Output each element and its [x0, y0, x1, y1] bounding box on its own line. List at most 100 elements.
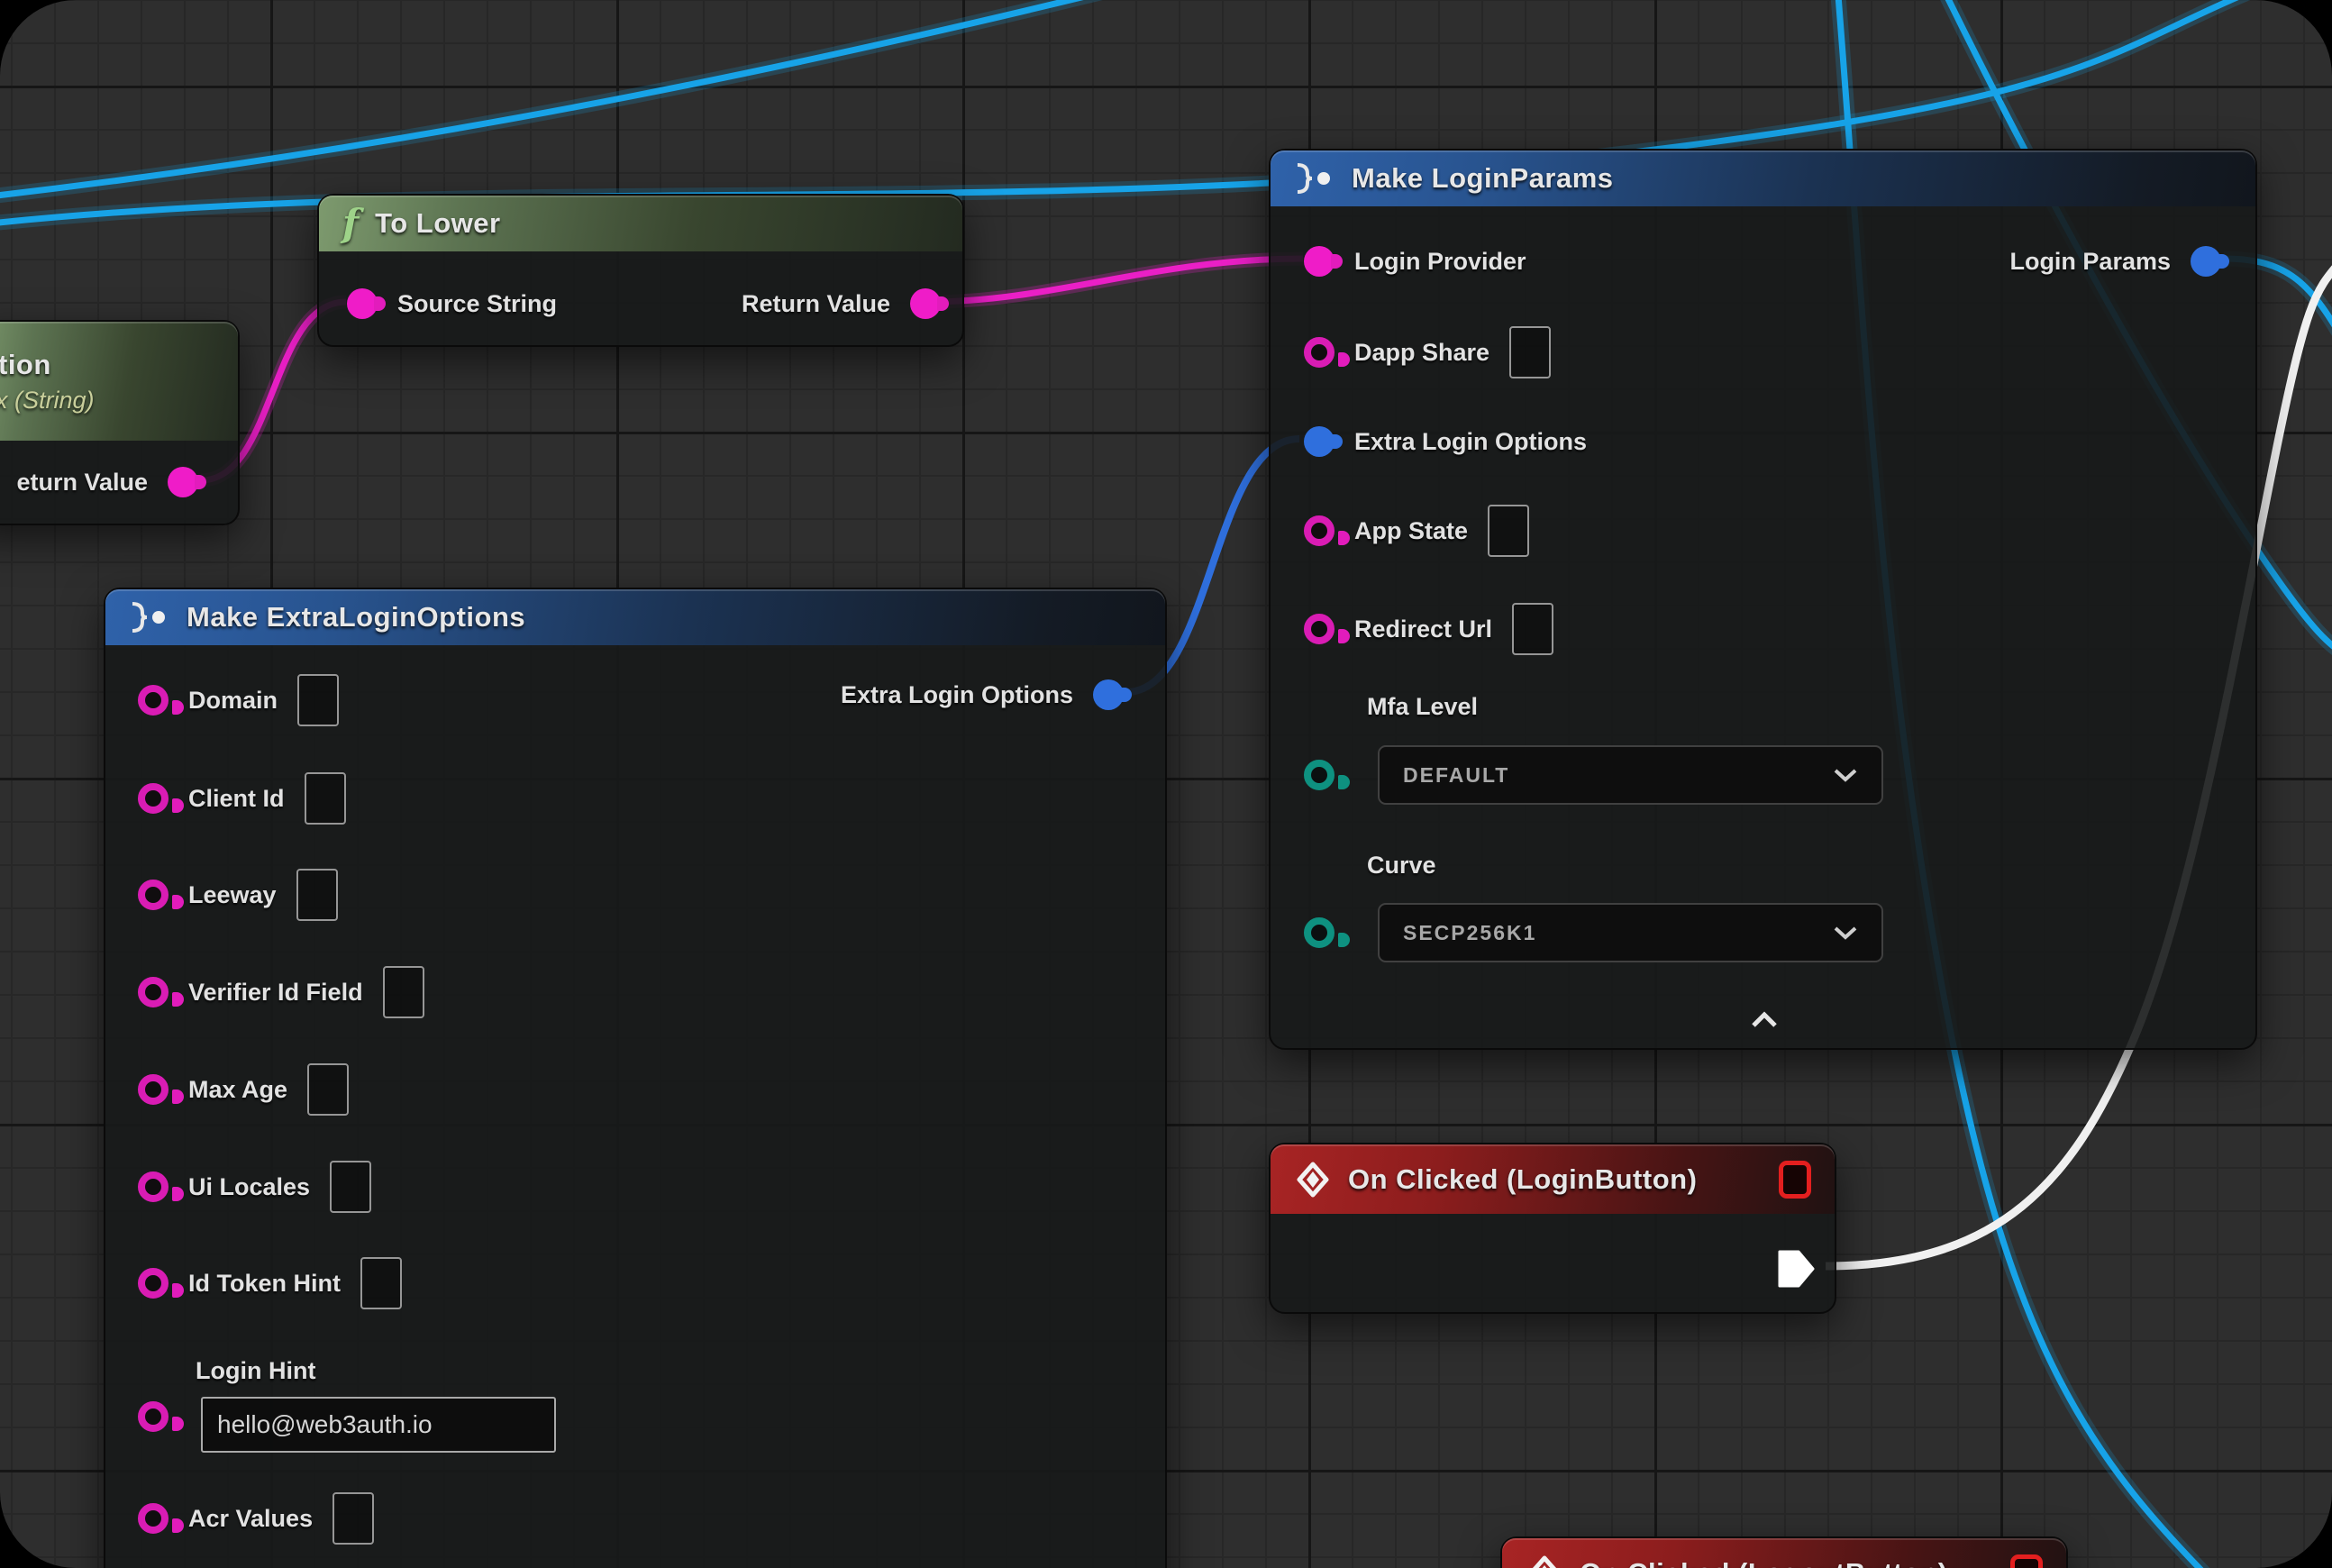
pin-row-domain: Domain	[138, 672, 339, 728]
curve-dropdown[interactable]: SECP256K1	[1378, 903, 1883, 962]
node-to-lower[interactable]: f To Lower Source String Return Value	[317, 194, 964, 347]
curve-label: Curve	[1367, 852, 1436, 880]
node-on-clicked-login[interactable]: On Clicked (LoginButton)	[1269, 1143, 1836, 1314]
pin-label-id-token-hint: Id Token Hint	[188, 1270, 341, 1298]
pin-label-domain: Domain	[188, 687, 278, 715]
string-pin-return-value[interactable]	[910, 288, 941, 319]
node-on-clicked-logout-title: On Clicked (LogoutButton)	[1580, 1557, 1948, 1568]
enum-pin-curve[interactable]	[1304, 917, 1335, 948]
string-pin-return-value-partial[interactable]	[168, 467, 198, 497]
return-value-label: Return Value	[742, 290, 890, 318]
pin-nub	[1331, 254, 1343, 269]
pin-row-ui-locales: Ui Locales	[138, 1159, 371, 1215]
pin-row-app-state: App State	[1304, 503, 1529, 559]
node-on-clicked-logout[interactable]: On Clicked (LogoutButton)	[1500, 1536, 2068, 1568]
node-make-extra-header[interactable]: Make ExtraLoginOptions	[105, 589, 1165, 645]
pin-label-redirect-url: Redirect Url	[1354, 615, 1492, 643]
string-pin-max-age[interactable]	[138, 1074, 169, 1105]
pin-nub	[172, 798, 184, 813]
mfa-level-value: DEFAULT	[1403, 763, 1509, 788]
app-state-value-box[interactable]	[1488, 505, 1529, 557]
source-string-row: Source String	[347, 276, 557, 332]
pin-label-app-state: App State	[1354, 517, 1468, 545]
string-pin-ui-locales[interactable]	[138, 1171, 169, 1202]
node-partial-function-title: tion	[0, 349, 51, 381]
struct-pin-extra-login-options-out[interactable]	[1093, 679, 1124, 710]
pin-nub	[2218, 254, 2229, 269]
pin-nub	[374, 296, 386, 311]
node-on-clicked-logout-header[interactable]: On Clicked (LogoutButton)	[1502, 1538, 2066, 1568]
string-pin-acr-values[interactable]	[138, 1503, 169, 1534]
pin-label-extra-login-options-in: Extra Login Options	[1354, 428, 1587, 456]
node-on-clicked-login-title: On Clicked (LoginButton)	[1348, 1163, 1697, 1196]
pin-label-dapp-share: Dapp Share	[1354, 339, 1489, 367]
redirect-url-value-box[interactable]	[1512, 603, 1553, 655]
mfa-level-label: Mfa Level	[1367, 693, 1478, 721]
dapp-share-value-box[interactable]	[1509, 326, 1551, 378]
widget-delegate-icon[interactable]	[2010, 1554, 2043, 1568]
leeway-value-box[interactable]	[296, 869, 338, 921]
mfa-level-dropdown[interactable]: DEFAULT	[1378, 745, 1883, 805]
pin-nub	[1338, 775, 1350, 789]
domain-value-box[interactable]	[297, 674, 339, 726]
node-partial-function-header[interactable]: tion ox (String)	[0, 322, 238, 441]
string-pin-redirect-url[interactable]	[1304, 614, 1335, 644]
pin-row-login-provider: Login Provider	[1304, 233, 1526, 289]
string-pin-id-token-hint[interactable]	[138, 1268, 169, 1299]
widget-delegate-icon[interactable]	[1779, 1161, 1811, 1199]
pin-nub	[1338, 933, 1350, 947]
make-struct-icon	[129, 601, 170, 634]
pin-nub	[172, 992, 184, 1007]
collapse-node-button[interactable]	[1748, 1008, 1781, 1032]
node-make-extra-login-options[interactable]: Make ExtraLoginOptions Extra Login Optio…	[104, 588, 1167, 1568]
pin-label-max-age: Max Age	[188, 1076, 287, 1104]
string-pin-client-id[interactable]	[138, 783, 169, 814]
pin-label-leeway: Leeway	[188, 881, 277, 909]
pin-nub	[1331, 434, 1343, 449]
pin-row-acr-values: Acr Values	[138, 1491, 374, 1546]
login-hint-label: Login Hint	[196, 1357, 315, 1385]
struct-pin-login-params-out[interactable]	[2191, 246, 2221, 277]
string-pin-verifier-id-field[interactable]	[138, 977, 169, 1007]
pin-nub	[937, 296, 949, 311]
string-pin-source-string[interactable]	[347, 288, 378, 319]
node-on-clicked-login-header[interactable]: On Clicked (LoginButton)	[1271, 1144, 1835, 1214]
string-pin-login-hint[interactable]	[138, 1401, 169, 1432]
node-make-login-params-header[interactable]: Make LoginParams	[1271, 150, 2255, 206]
string-pin-app-state[interactable]	[1304, 515, 1335, 546]
string-pin-dapp-share[interactable]	[1304, 337, 1335, 368]
extra-login-options-out-row: Extra Login Options	[841, 667, 1124, 723]
pin-row-dapp-share: Dapp Share	[1304, 324, 1551, 380]
client-id-value-box[interactable]	[305, 772, 346, 825]
login-params-out-row: Login Params	[2009, 233, 2221, 289]
login-hint-input[interactable]	[201, 1397, 556, 1453]
pin-row-max-age: Max Age	[138, 1062, 349, 1117]
string-pin-login-provider[interactable]	[1304, 246, 1335, 277]
pin-row-client-id: Client Id	[138, 770, 346, 826]
pin-row-id-token-hint: Id Token Hint	[138, 1255, 402, 1311]
pin-nub	[172, 1417, 184, 1431]
ui-locales-value-box[interactable]	[330, 1161, 371, 1213]
pin-nub	[172, 1518, 184, 1533]
exec-pin-out[interactable]	[1777, 1248, 1817, 1290]
node-make-login-params[interactable]: Make LoginParams Login Provider Login Pa…	[1269, 149, 2257, 1050]
node-partial-function[interactable]: tion ox (String) eturn Value	[0, 320, 240, 525]
struct-pin-extra-login-options-in[interactable]	[1304, 426, 1335, 457]
pin-nub	[172, 1283, 184, 1298]
acr-values-value-box[interactable]	[332, 1492, 374, 1545]
node-to-lower-header[interactable]: f To Lower	[319, 196, 962, 251]
blueprint-graph-canvas[interactable]: tion ox (String) eturn Value f To Lower …	[0, 0, 2332, 1568]
function-icon: f	[342, 205, 359, 242]
id-token-hint-value-box[interactable]	[360, 1257, 402, 1309]
pin-nub	[1338, 629, 1350, 643]
pin-label-ui-locales: Ui Locales	[188, 1173, 310, 1201]
max-age-value-box[interactable]	[307, 1063, 349, 1116]
pin-nub	[172, 1187, 184, 1201]
pin-label-acr-values: Acr Values	[188, 1505, 313, 1533]
curve-value: SECP256K1	[1403, 921, 1536, 945]
string-pin-leeway[interactable]	[138, 880, 169, 910]
node-to-lower-title: To Lower	[375, 207, 500, 240]
verifier-id-field-value-box[interactable]	[383, 966, 424, 1018]
string-pin-domain[interactable]	[138, 685, 169, 716]
enum-pin-mfa-level[interactable]	[1304, 760, 1335, 790]
